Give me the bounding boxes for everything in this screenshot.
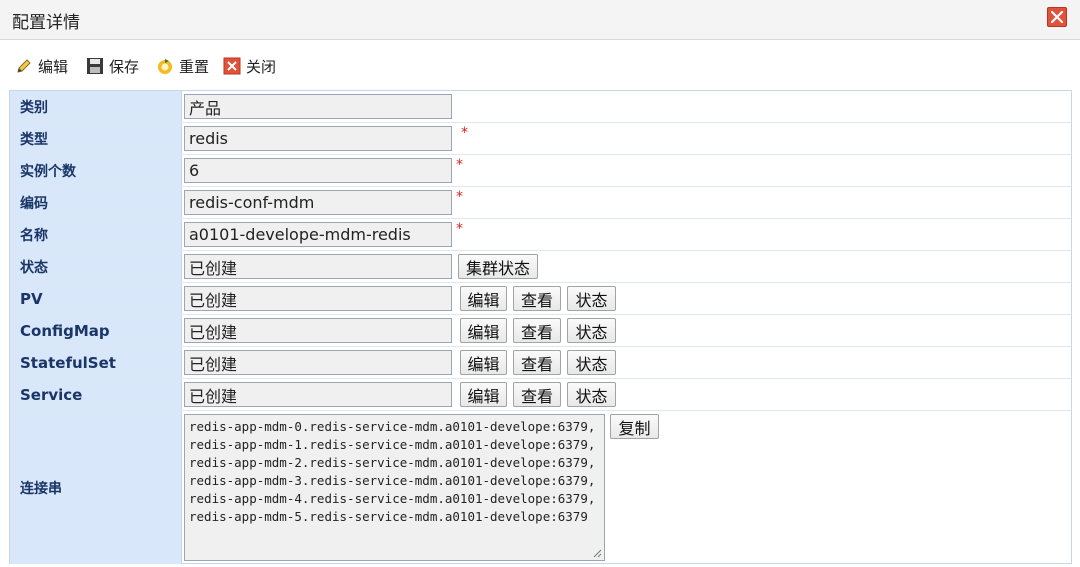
close-button[interactable]: 关闭 — [223, 56, 276, 76]
row-statefulset: StatefulSet 已创建 编辑 查看 状态 — [10, 347, 1071, 379]
configmap-status-button[interactable]: 状态 — [567, 318, 616, 343]
required-marker: * — [456, 189, 463, 205]
reset-icon — [156, 57, 174, 75]
category-field[interactable]: 产品 — [184, 94, 452, 119]
statefulset-status-button[interactable]: 状态 — [567, 350, 616, 375]
row-code: 编码 redis-conf-mdm * — [10, 187, 1071, 219]
statefulset-field[interactable]: 已创建 — [184, 350, 452, 375]
close-icon[interactable] — [1047, 7, 1067, 27]
name-label: 名称 — [10, 219, 182, 250]
row-configmap: ConfigMap 已创建 编辑 查看 状态 — [10, 315, 1071, 347]
pv-field[interactable]: 已创建 — [184, 286, 452, 311]
pv-view-button[interactable]: 查看 — [513, 286, 561, 311]
save-label: 保存 — [109, 57, 140, 76]
required-marker: * — [461, 125, 468, 141]
pv-edit-button[interactable]: 编辑 — [460, 286, 507, 311]
dialog-titlebar: 配置详情 — [0, 0, 1080, 40]
statefulset-view-button[interactable]: 查看 — [513, 350, 561, 375]
instances-field[interactable]: 6 — [184, 158, 452, 183]
type-field[interactable]: redis — [184, 126, 452, 151]
row-type: 类型 redis * — [10, 123, 1071, 155]
required-marker: * — [456, 221, 463, 237]
configmap-field[interactable]: 已创建 — [184, 318, 452, 343]
row-status: 状态 已创建 集群状态 — [10, 251, 1071, 283]
row-category: 类别 产品 — [10, 91, 1071, 123]
reset-label: 重置 — [179, 57, 210, 76]
instances-label: 实例个数 — [10, 155, 182, 186]
service-status-button[interactable]: 状态 — [567, 382, 616, 407]
statefulset-edit-button[interactable]: 编辑 — [460, 350, 507, 375]
dialog-title: 配置详情 — [12, 13, 80, 33]
pv-status-button[interactable]: 状态 — [567, 286, 616, 311]
pv-label: PV — [10, 283, 182, 314]
row-name: 名称 a0101-develope-mdm-redis * — [10, 219, 1071, 251]
cluster-status-button[interactable]: 集群状态 — [458, 254, 538, 279]
statefulset-label: StatefulSet — [10, 347, 182, 378]
type-label: 类型 — [10, 123, 182, 154]
edit-button[interactable]: 编辑 — [15, 56, 68, 76]
reset-button[interactable]: 重置 — [156, 56, 209, 76]
service-view-button[interactable]: 查看 — [513, 382, 561, 407]
row-service: Service 已创建 编辑 查看 状态 — [10, 379, 1071, 411]
toolbar: 编辑 保存 重置 关闭 — [0, 48, 1080, 84]
resize-handle-icon[interactable] — [592, 548, 602, 558]
connection-string-text: redis-app-mdm-0.redis-service-mdm.a0101-… — [189, 419, 596, 524]
config-form: 类别 产品 类型 redis * 实例个数 6 * 编码 redis-conf-… — [9, 90, 1072, 564]
code-field[interactable]: redis-conf-mdm — [184, 190, 452, 215]
code-label: 编码 — [10, 187, 182, 218]
service-label: Service — [10, 379, 182, 410]
connection-label: 连接串 — [10, 411, 182, 564]
category-label: 类别 — [10, 91, 182, 122]
save-button[interactable]: 保存 — [86, 56, 139, 76]
copy-button[interactable]: 复制 — [610, 414, 659, 439]
row-pv: PV 已创建 编辑 查看 状态 — [10, 283, 1071, 315]
row-instances: 实例个数 6 * — [10, 155, 1071, 187]
row-connection: 连接串 redis-app-mdm-0.redis-service-mdm.a0… — [10, 411, 1071, 564]
connection-string-textarea[interactable]: redis-app-mdm-0.redis-service-mdm.a0101-… — [184, 414, 605, 561]
configmap-view-button[interactable]: 查看 — [513, 318, 561, 343]
configmap-edit-button[interactable]: 编辑 — [460, 318, 507, 343]
service-edit-button[interactable]: 编辑 — [460, 382, 507, 407]
close-icon — [223, 57, 241, 75]
status-label: 状态 — [10, 251, 182, 282]
required-marker: * — [456, 157, 463, 173]
close-label: 关闭 — [246, 57, 277, 76]
edit-label: 编辑 — [38, 57, 69, 76]
service-field[interactable]: 已创建 — [184, 382, 452, 407]
name-field[interactable]: a0101-develope-mdm-redis — [184, 222, 452, 247]
status-field[interactable]: 已创建 — [184, 254, 452, 279]
pencil-icon — [15, 57, 33, 75]
configmap-label: ConfigMap — [10, 315, 182, 346]
floppy-disk-icon — [86, 57, 104, 75]
